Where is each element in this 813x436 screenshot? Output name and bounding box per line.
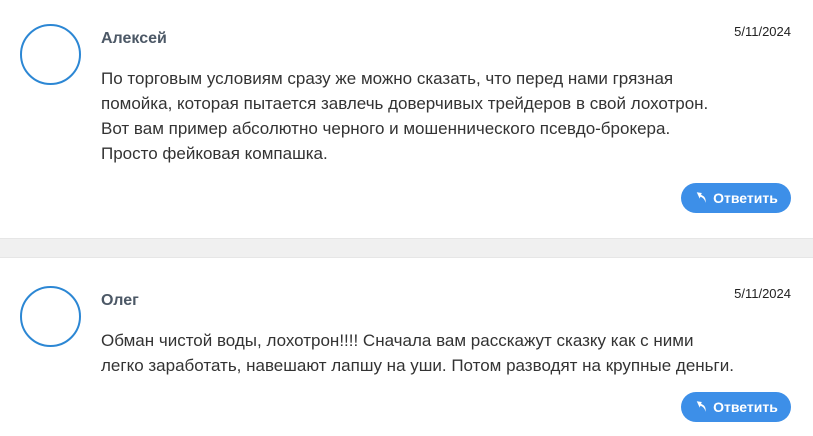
reply-label: Ответить [713, 399, 778, 415]
comment-text-line: Вот вам пример абсолютно черного и мошен… [101, 119, 671, 138]
comment-author: Алексей [101, 30, 167, 47]
reply-button[interactable]: Ответить [681, 183, 791, 213]
comments-list: Алексей 5/11/2024 По торговым условиям с… [0, 0, 813, 436]
comment-item: Алексей 5/11/2024 По торговым условиям с… [0, 0, 813, 238]
reply-arrow-icon [696, 192, 706, 203]
avatar [20, 24, 81, 85]
comment-text-line: Просто фейковая компашка. [101, 144, 328, 163]
comment-text: Обман чистой воды, лохотрон!!!! Сначала … [101, 328, 801, 378]
reply-button[interactable]: Ответить [681, 392, 791, 422]
reply-label: Ответить [713, 190, 778, 206]
comment-text-line: помойка, которая пытается завлечь доверч… [101, 94, 709, 113]
comment-text-line: Обман чистой воды, лохотрон!!!! Сначала … [101, 331, 694, 350]
comment-author: Олег [101, 292, 139, 309]
comment-divider [0, 238, 813, 258]
comment-text: По торговым условиям сразу же можно сказ… [101, 66, 801, 166]
avatar [20, 286, 81, 347]
reply-arrow-icon [696, 401, 706, 412]
comment-date: 5/11/2024 [734, 286, 791, 301]
comment-date: 5/11/2024 [734, 24, 791, 39]
comment-text-line: легко заработать, навешают лапшу на уши.… [101, 356, 734, 375]
comment-item: Олег 5/11/2024 Обман чистой воды, лохотр… [0, 258, 813, 435]
comment-text-line: По торговым условиям сразу же можно сказ… [101, 69, 674, 88]
